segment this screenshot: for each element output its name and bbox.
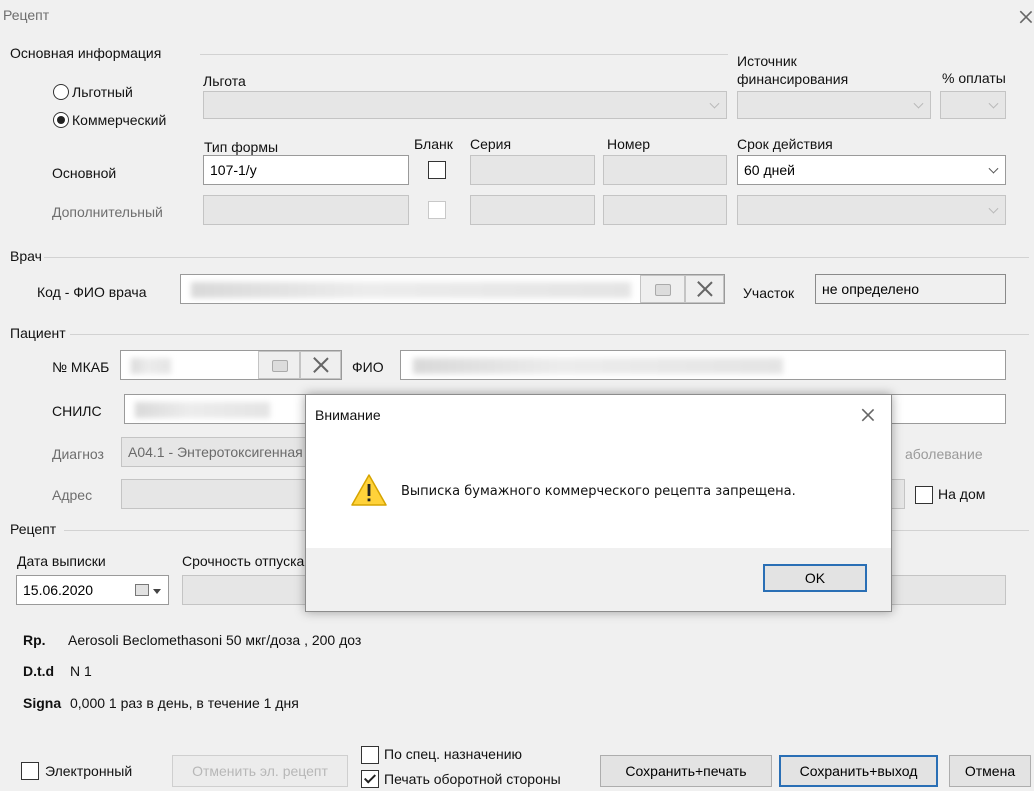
search-icon bbox=[272, 360, 288, 372]
section-line bbox=[70, 334, 1029, 335]
dialog-message: Выписка бумажного коммерческого рецепта … bbox=[401, 484, 796, 499]
extra-series-field[interactable] bbox=[470, 195, 595, 225]
print-back-checkbox[interactable] bbox=[361, 770, 379, 788]
print-back-label: Печать оборотной стороны bbox=[384, 771, 561, 787]
extra-row-label: Дополнительный bbox=[52, 204, 163, 220]
cancel-button[interactable]: Отмена bbox=[949, 755, 1031, 787]
radio-commercial-label: Коммерческий bbox=[72, 112, 167, 128]
blank-checkbox[interactable] bbox=[428, 161, 446, 179]
save-exit-button[interactable]: Сохранить+выход bbox=[779, 755, 938, 787]
doctor-code-label: Код - ФИО врача bbox=[37, 284, 147, 300]
special-label: По спец. назначению bbox=[384, 746, 523, 762]
number-field[interactable] bbox=[603, 155, 727, 185]
electronic-label: Электронный bbox=[45, 763, 133, 779]
district-field: не определено bbox=[815, 274, 1006, 304]
save-print-button[interactable]: Сохранить+печать bbox=[600, 755, 772, 787]
calendar-icon[interactable] bbox=[135, 584, 149, 596]
doctor-search-button[interactable] bbox=[640, 275, 685, 303]
section-main-info: Основная информация bbox=[10, 45, 162, 61]
date-label: Дата выписки bbox=[17, 553, 106, 569]
ok-button[interactable]: OK bbox=[763, 564, 867, 592]
mkab-blurred-value bbox=[131, 358, 171, 374]
window-title: Рецепт bbox=[3, 7, 50, 23]
blank-label: Бланк bbox=[414, 136, 453, 152]
extra-number-field[interactable] bbox=[603, 195, 727, 225]
lgota-select[interactable] bbox=[203, 91, 727, 119]
main-row-label: Основной bbox=[52, 165, 117, 181]
series-label: Серия bbox=[470, 136, 512, 152]
special-checkbox[interactable] bbox=[361, 746, 379, 764]
warning-icon bbox=[351, 474, 387, 506]
validity-select[interactable]: 60 дней bbox=[737, 155, 1006, 185]
date-value: 15.06.2020 bbox=[23, 582, 94, 598]
pay-label: % оплаты bbox=[942, 70, 1006, 86]
number-label: Номер bbox=[607, 136, 651, 152]
fio-blurred-value bbox=[413, 358, 783, 374]
address-label: Адрес bbox=[52, 487, 93, 503]
form-type-field[interactable]: 107-1/у bbox=[203, 155, 409, 185]
form-type-label: Тип формы bbox=[204, 139, 279, 155]
fio-field[interactable] bbox=[400, 350, 1006, 380]
radio-commercial[interactable] bbox=[53, 112, 69, 128]
disease-label: аболевание bbox=[905, 446, 983, 462]
electronic-checkbox[interactable] bbox=[21, 762, 39, 780]
close-icon bbox=[695, 279, 715, 299]
diagnosis-field[interactable]: А04.1 - Энтеротоксигенная bbox=[121, 437, 311, 467]
home-label: На дом bbox=[938, 486, 986, 502]
rp-value: Aerosoli Beclomethasoni 50 мкг/доза , 20… bbox=[68, 632, 362, 648]
dialog-close-icon[interactable] bbox=[860, 407, 876, 423]
snils-field[interactable] bbox=[124, 394, 314, 424]
warning-dialog: Внимание Выписка бумажного коммерческого… bbox=[305, 394, 892, 612]
home-checkbox[interactable] bbox=[915, 486, 933, 504]
lgota-label: Льгота bbox=[203, 73, 246, 89]
search-icon bbox=[655, 284, 671, 296]
close-icon bbox=[311, 355, 331, 375]
section-patient: Пациент bbox=[10, 325, 66, 341]
dialog-footer: OK bbox=[306, 548, 891, 611]
section-line bbox=[200, 54, 728, 55]
doctor-blurred-value bbox=[191, 282, 631, 298]
snils-label: СНИЛС bbox=[52, 403, 102, 419]
dtd-label: D.t.d bbox=[23, 663, 55, 679]
source-select[interactable] bbox=[737, 91, 931, 119]
pay-select[interactable] bbox=[940, 91, 1006, 119]
series-field[interactable] bbox=[470, 155, 595, 185]
validity-label: Срок действия bbox=[737, 136, 833, 152]
dialog-title: Внимание bbox=[315, 407, 381, 423]
section-line bbox=[44, 257, 1029, 258]
snils-blurred-value bbox=[135, 402, 270, 418]
chevron-down-icon[interactable] bbox=[153, 589, 161, 594]
source-label: Источник финансирования bbox=[737, 53, 849, 87]
dtd-value: N 1 bbox=[70, 663, 92, 679]
fio-label: ФИО bbox=[352, 359, 384, 375]
urgency-label: Срочность отпуска bbox=[182, 553, 305, 569]
radio-lgot-label: Льготный bbox=[72, 84, 133, 100]
mkab-clear-button[interactable] bbox=[300, 351, 341, 379]
rp-label: Rp. bbox=[23, 632, 46, 648]
diagnosis-label: Диагноз bbox=[52, 446, 104, 462]
radio-lgot[interactable] bbox=[53, 84, 69, 100]
validity-value: 60 дней bbox=[744, 162, 795, 178]
date-field[interactable]: 15.06.2020 bbox=[16, 575, 169, 605]
extra-blank-checkbox[interactable] bbox=[428, 201, 446, 219]
cancel-erecipe-button[interactable]: Отменить эл. рецепт bbox=[172, 755, 348, 787]
section-recipe: Рецепт bbox=[10, 521, 57, 537]
doctor-clear-button[interactable] bbox=[685, 275, 724, 303]
extra-form-type-field[interactable] bbox=[203, 195, 409, 225]
signa-label: Signa bbox=[23, 695, 62, 711]
window-close-icon[interactable] bbox=[1018, 9, 1034, 25]
mkab-search-button[interactable] bbox=[258, 351, 300, 379]
section-doctor: Врач bbox=[10, 248, 42, 264]
mkab-label: № МКАБ bbox=[52, 359, 110, 375]
signa-value: 0,000 1 раз в день, в течение 1 дня bbox=[70, 695, 299, 711]
extra-validity-select[interactable] bbox=[737, 195, 1006, 225]
district-label: Участок bbox=[743, 285, 795, 301]
